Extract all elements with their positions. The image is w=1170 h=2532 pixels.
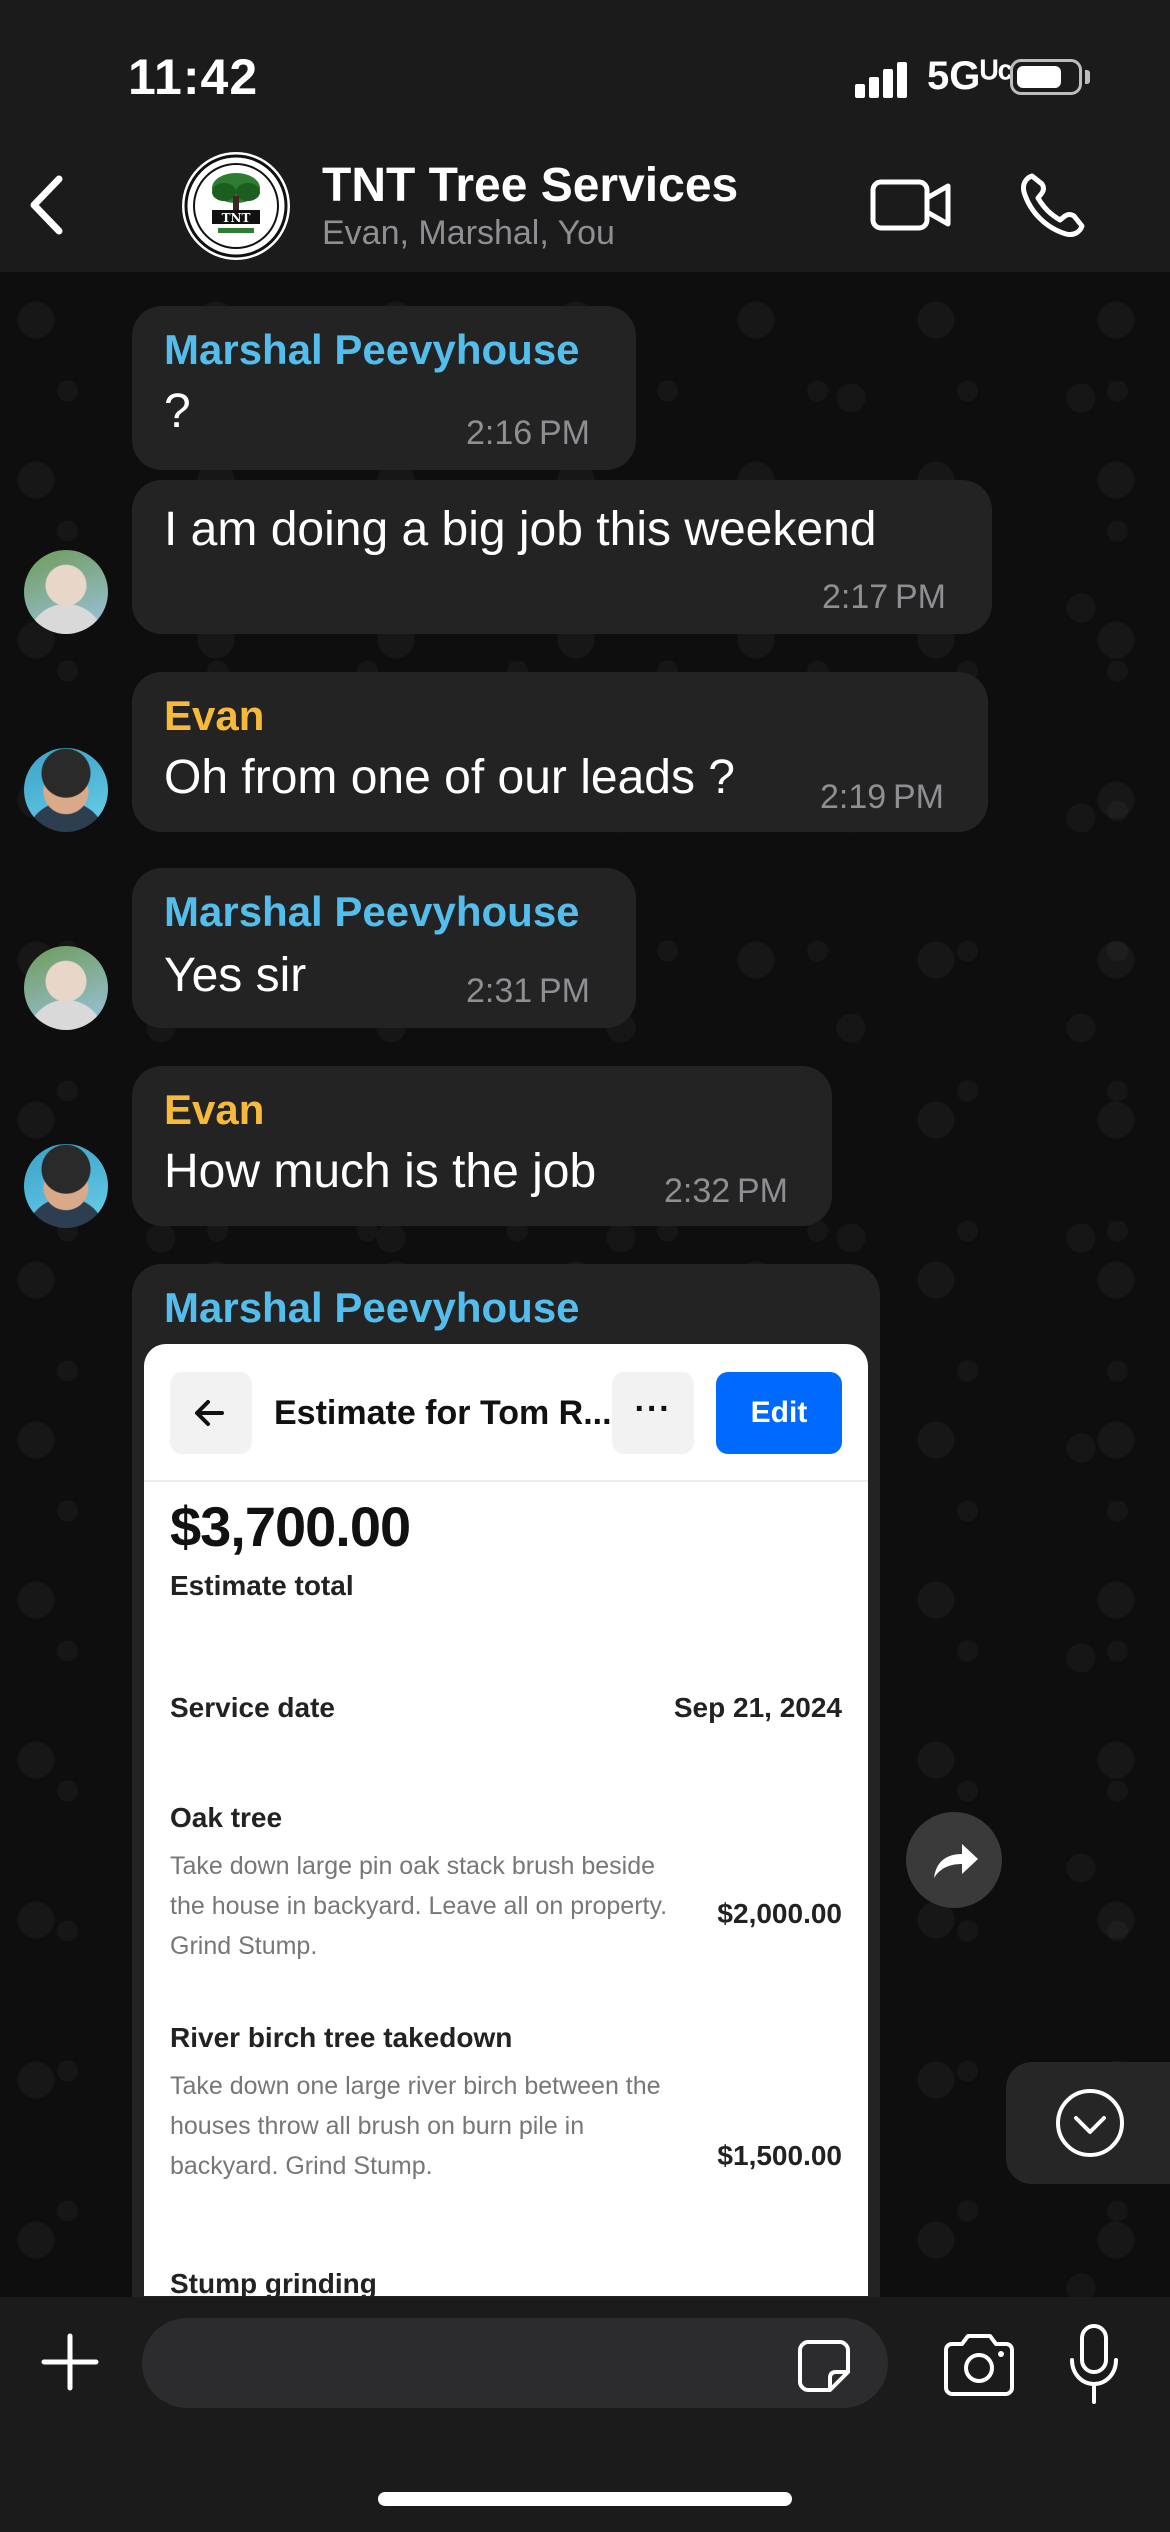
camera-icon: [944, 2334, 1014, 2396]
scroll-to-bottom-button[interactable]: [1006, 2062, 1170, 2184]
voice-call-button[interactable]: [1016, 168, 1090, 242]
estimate-total: $3,700.00: [170, 1495, 411, 1558]
chat-subtitle[interactable]: Evan, Marshal, You: [322, 214, 615, 253]
service-date-label: Service date: [170, 1692, 335, 1723]
avatar[interactable]: [24, 1144, 108, 1228]
home-indicator[interactable]: [378, 2492, 792, 2506]
message-sender[interactable]: Marshal Peevyhouse: [164, 1284, 580, 1332]
line-item-name: Stump grinding: [170, 2268, 377, 2296]
message-sender[interactable]: Marshal Peevyhouse: [164, 888, 580, 936]
message-time: 2:31 PM: [466, 972, 590, 1010]
phone-icon: [1021, 173, 1085, 237]
message-time: 2:19 PM: [820, 778, 944, 816]
video-call-button[interactable]: [868, 170, 954, 240]
arrow-left-icon: [195, 1400, 224, 1426]
battery-cap: [1085, 70, 1090, 84]
sticker-button[interactable]: [794, 2336, 854, 2396]
line-item-name: River birch tree takedown: [170, 2022, 513, 2053]
estimate-edit-button: Edit: [716, 1372, 842, 1454]
battery-icon: [1010, 59, 1082, 95]
estimate-total-label: Estimate total: [170, 1570, 354, 1601]
message-input[interactable]: [142, 2318, 888, 2408]
line-item-price: $2,000.00: [717, 1898, 842, 1929]
message-text: ?: [164, 385, 191, 438]
line-item-description: Take down large pin oak stack brush besi…: [170, 1852, 668, 1960]
svg-text:TNT: TNT: [222, 211, 251, 225]
avatar[interactable]: [24, 946, 108, 1030]
video-camera-icon: [870, 179, 951, 231]
message-sender[interactable]: Evan: [164, 692, 264, 740]
message-text: How much is the job: [164, 1145, 597, 1198]
estimate-screenshot[interactable]: Estimate for Tom R... ··· Edit $3,700.00…: [144, 1344, 868, 2296]
line-item-name: Oak tree: [170, 1802, 283, 1833]
forward-arrow-icon: [934, 1844, 978, 1878]
forward-button[interactable]: [906, 1812, 1002, 1908]
estimate-title: Estimate for Tom R...: [274, 1394, 612, 1432]
estimate-back-button: [170, 1372, 252, 1454]
microphone-icon: [1070, 2324, 1118, 2404]
network-label: 5Gᵁᶜ: [927, 54, 1013, 98]
tnt-logo-icon: TNT: [184, 154, 288, 258]
sticker-icon: [798, 2340, 850, 2392]
estimate-more-button: ···: [612, 1372, 694, 1454]
message-text: Oh from one of our leads ?: [164, 751, 735, 804]
divider: [144, 1480, 868, 1482]
avatar[interactable]: [24, 748, 108, 832]
attach-button[interactable]: [38, 2330, 102, 2394]
message-time: 2:16 PM: [466, 414, 590, 452]
signal-icon: [855, 60, 911, 98]
message-sender[interactable]: Evan: [164, 1086, 264, 1134]
camera-button[interactable]: [940, 2332, 1018, 2398]
microphone-button[interactable]: [1066, 2322, 1122, 2408]
chat-title[interactable]: TNT Tree Services: [322, 158, 738, 213]
back-button[interactable]: [14, 165, 84, 245]
status-time: 11:42: [128, 49, 259, 105]
group-avatar[interactable]: TNT: [182, 152, 290, 260]
message-time: 2:32 PM: [664, 1172, 788, 1210]
message-time: 2:17 PM: [822, 578, 946, 616]
chevron-down-circle-icon: [1056, 2089, 1124, 2157]
message-sender[interactable]: Marshal Peevyhouse: [164, 326, 580, 374]
service-date: Sep 21, 2024: [673, 1692, 842, 1723]
plus-icon: [41, 2333, 99, 2391]
message-text: I am doing a big job this weekend: [164, 503, 877, 556]
line-item-description: Take down one large river birch between …: [170, 2072, 661, 2180]
chevron-left-icon: [30, 175, 63, 235]
line-item-price: $1,500.00: [717, 2140, 842, 2171]
avatar[interactable]: [24, 550, 108, 634]
message-text: Yes sir: [164, 949, 307, 1002]
